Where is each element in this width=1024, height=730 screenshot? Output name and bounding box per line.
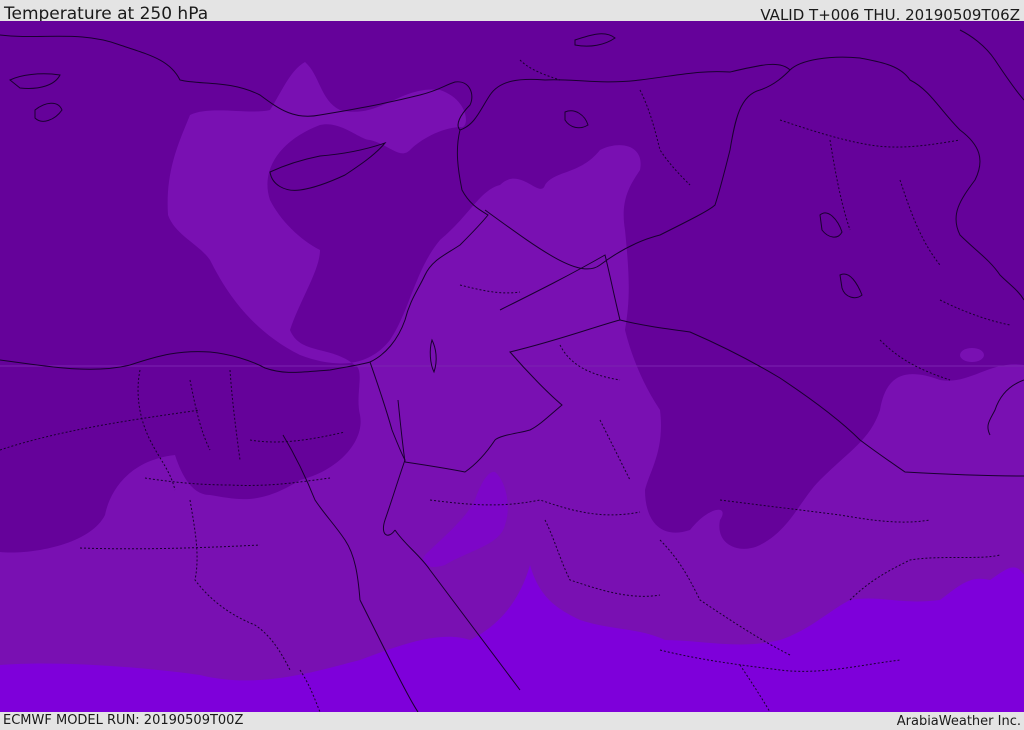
temperature-blob-right [960,348,984,362]
map-footer: ECMWF MODEL RUN: 20190509T00Z ArabiaWeat… [0,712,1024,729]
credit-label: ArabiaWeather Inc. [896,714,1021,729]
model-run-label: ECMWF MODEL RUN: 20190509T00Z [3,713,244,728]
map-canvas [0,21,1024,712]
weather-map[interactable] [0,21,1024,712]
map-header: Temperature at 250 hPa VALID T+006 THU. … [0,0,1024,24]
